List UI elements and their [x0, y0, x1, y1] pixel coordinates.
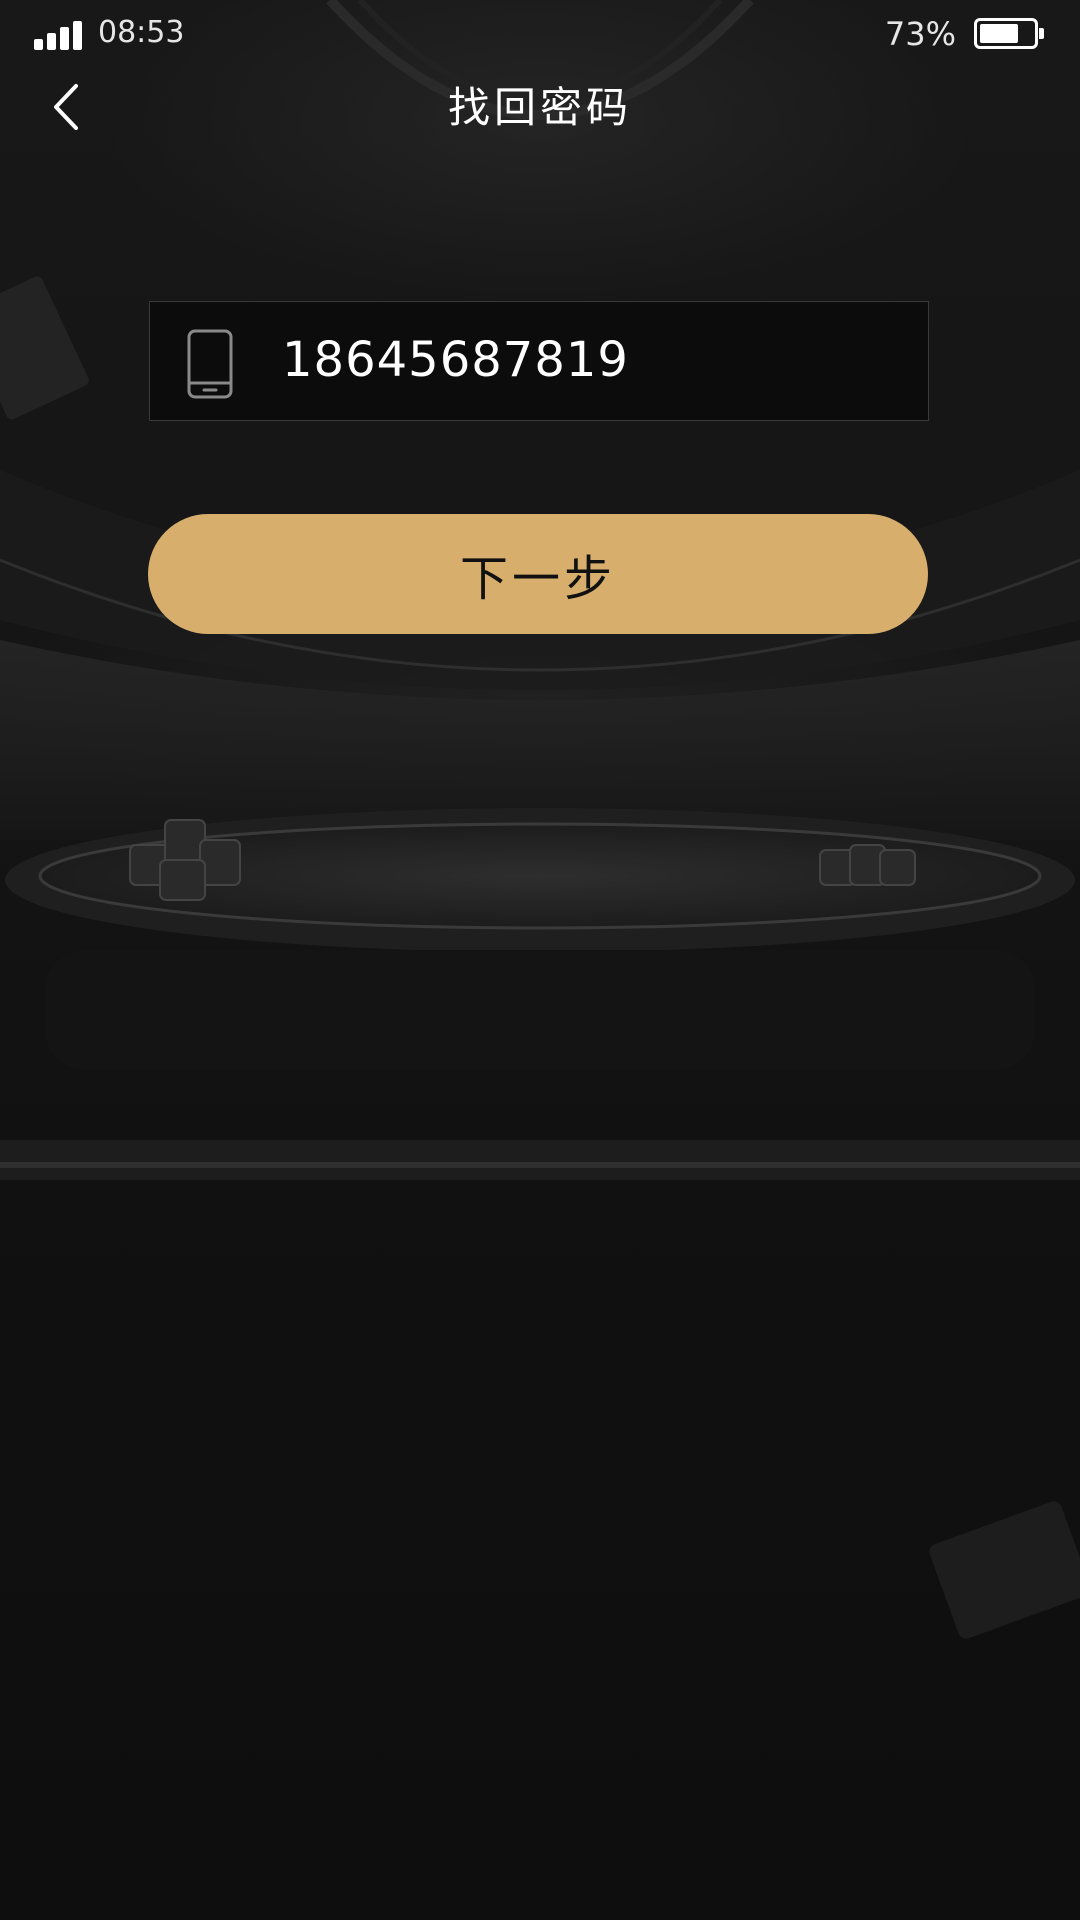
chevron-left-icon [54, 84, 78, 130]
battery-icon [974, 18, 1044, 49]
phone-number-value[interactable]: 18645687819 [282, 330, 629, 390]
casino-table-background [0, 0, 1080, 1639]
status-bar: 08:53 73% [0, 0, 1080, 70]
next-step-button[interactable]: 下一步 [148, 514, 928, 634]
back-button[interactable] [36, 74, 96, 140]
battery-level-fill [980, 24, 1018, 43]
next-step-label: 下一步 [459, 551, 616, 607]
status-time: 08:53 [98, 15, 185, 50]
page-title: 找回密码 [447, 83, 632, 132]
phone-number-field[interactable]: 18645687819 [149, 301, 929, 421]
signal-strength-icon [34, 18, 84, 50]
mobile-phone-icon [187, 329, 233, 399]
battery-percent: 73% [884, 15, 956, 53]
forgot-password-screen: 08:53 73% 找回密码 18645687819 下一步 [0, 0, 1080, 1920]
